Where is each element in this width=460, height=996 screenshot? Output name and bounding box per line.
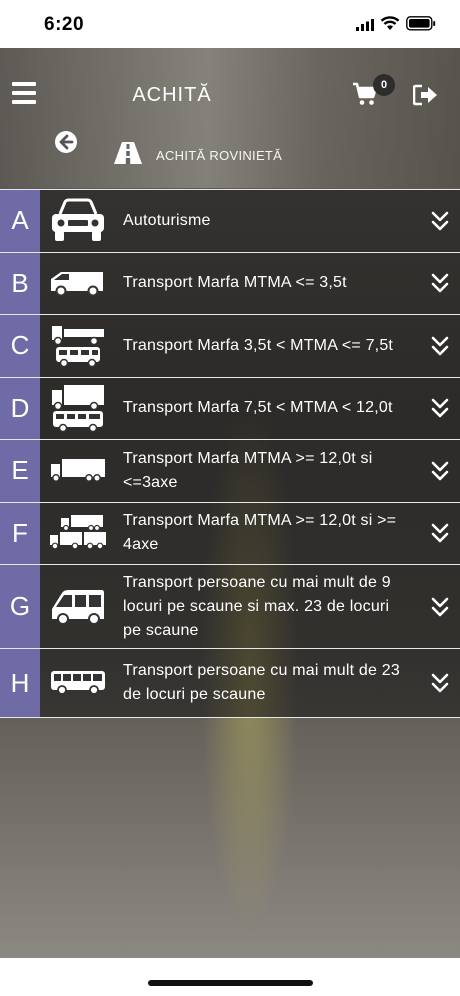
chevron-down-icon[interactable] <box>430 273 450 293</box>
category-letter: C <box>0 315 40 377</box>
battery-icon <box>406 16 436 31</box>
home-indicator-area <box>0 958 460 996</box>
truck-small-icon <box>48 315 108 377</box>
category-letter: D <box>0 377 40 439</box>
category-letter: G <box>0 565 40 648</box>
page-title: ACHITĂ <box>132 84 212 106</box>
breadcrumb: ACHITĂ ROVINIETĂ <box>156 148 283 163</box>
category-row-b[interactable]: B Transport Marfa MTMA <= 3,5t <box>0 252 460 315</box>
road-icon <box>114 142 142 164</box>
category-row-a[interactable]: A Autoturisme <box>0 190 460 253</box>
signal-icon <box>356 19 374 31</box>
category-label: Transport Marfa 3,5t < MTMA <= 7,5t <box>123 336 394 354</box>
category-label: Transport Marfa 7,5t < MTMA < 12,0t <box>123 399 393 417</box>
status-bar: 6:20 <box>0 0 460 48</box>
category-letter: A <box>0 190 40 252</box>
category-letter: E <box>0 440 40 502</box>
category-letter: H <box>0 649 40 717</box>
category-row-g[interactable]: G Transport persoane cu mai mult de 9 lo… <box>0 565 460 649</box>
back-icon[interactable] <box>54 130 78 154</box>
chevron-down-icon[interactable] <box>430 523 450 543</box>
header: ACHITĂ 0 ACHITĂ ROVINIETĂ <box>0 48 460 188</box>
wifi-icon <box>380 16 400 30</box>
truck-large-icon <box>48 440 108 502</box>
category-row-f[interactable]: F Transport Marfa MTMA >= 12,0t si >= 4a… <box>0 502 460 565</box>
app-screen: ACHITĂ 0 ACHITĂ ROVINIETĂ A Autoturisme … <box>0 48 460 958</box>
chevron-down-icon[interactable] <box>430 673 450 693</box>
chevron-down-icon[interactable] <box>430 398 450 418</box>
status-time: 6:20 <box>44 14 85 35</box>
cart-count-badge: 0 <box>373 74 395 96</box>
category-letter: B <box>0 252 40 314</box>
chevron-down-icon[interactable] <box>430 211 450 231</box>
car-icon <box>48 190 108 252</box>
category-label: Transport Marfa MTMA <= 3,5t <box>123 274 347 292</box>
minibus-icon <box>48 565 108 648</box>
category-row-e[interactable]: E Transport Marfa MTMA >= 12,0t si <=3ax… <box>0 440 460 503</box>
category-row-c[interactable]: C Transport Marfa 3,5t < MTMA <= 7,5t <box>0 315 460 378</box>
category-label: Transport Marfa MTMA >= 12,0t si <=3axe <box>123 449 373 491</box>
category-label: Autoturisme <box>123 211 211 229</box>
chevron-down-icon[interactable] <box>430 597 450 617</box>
bus-icon <box>48 649 108 717</box>
home-indicator[interactable] <box>148 980 313 986</box>
category-row-h[interactable]: H Transport persoane cu mai mult de 23 d… <box>0 649 460 718</box>
truck-medium-icon <box>48 378 108 440</box>
truck-trailer-icon <box>48 503 108 565</box>
category-row-d[interactable]: D Transport Marfa 7,5t < MTMA < 12,0t <box>0 377 460 440</box>
chevron-down-icon[interactable] <box>430 461 450 481</box>
category-label: Transport Marfa MTMA >= 12,0t si >= 4axe <box>123 512 397 554</box>
van-icon <box>48 253 108 315</box>
category-label: Transport persoane cu mai mult de 9 locu… <box>123 573 391 639</box>
vehicle-category-list: A Autoturisme B Transport Marfa MTMA <= … <box>0 189 460 718</box>
logout-icon[interactable] <box>413 84 439 106</box>
category-label: Transport persoane cu mai mult de 23 de … <box>123 662 400 703</box>
category-letter: F <box>0 502 40 564</box>
chevron-down-icon[interactable] <box>430 336 450 356</box>
